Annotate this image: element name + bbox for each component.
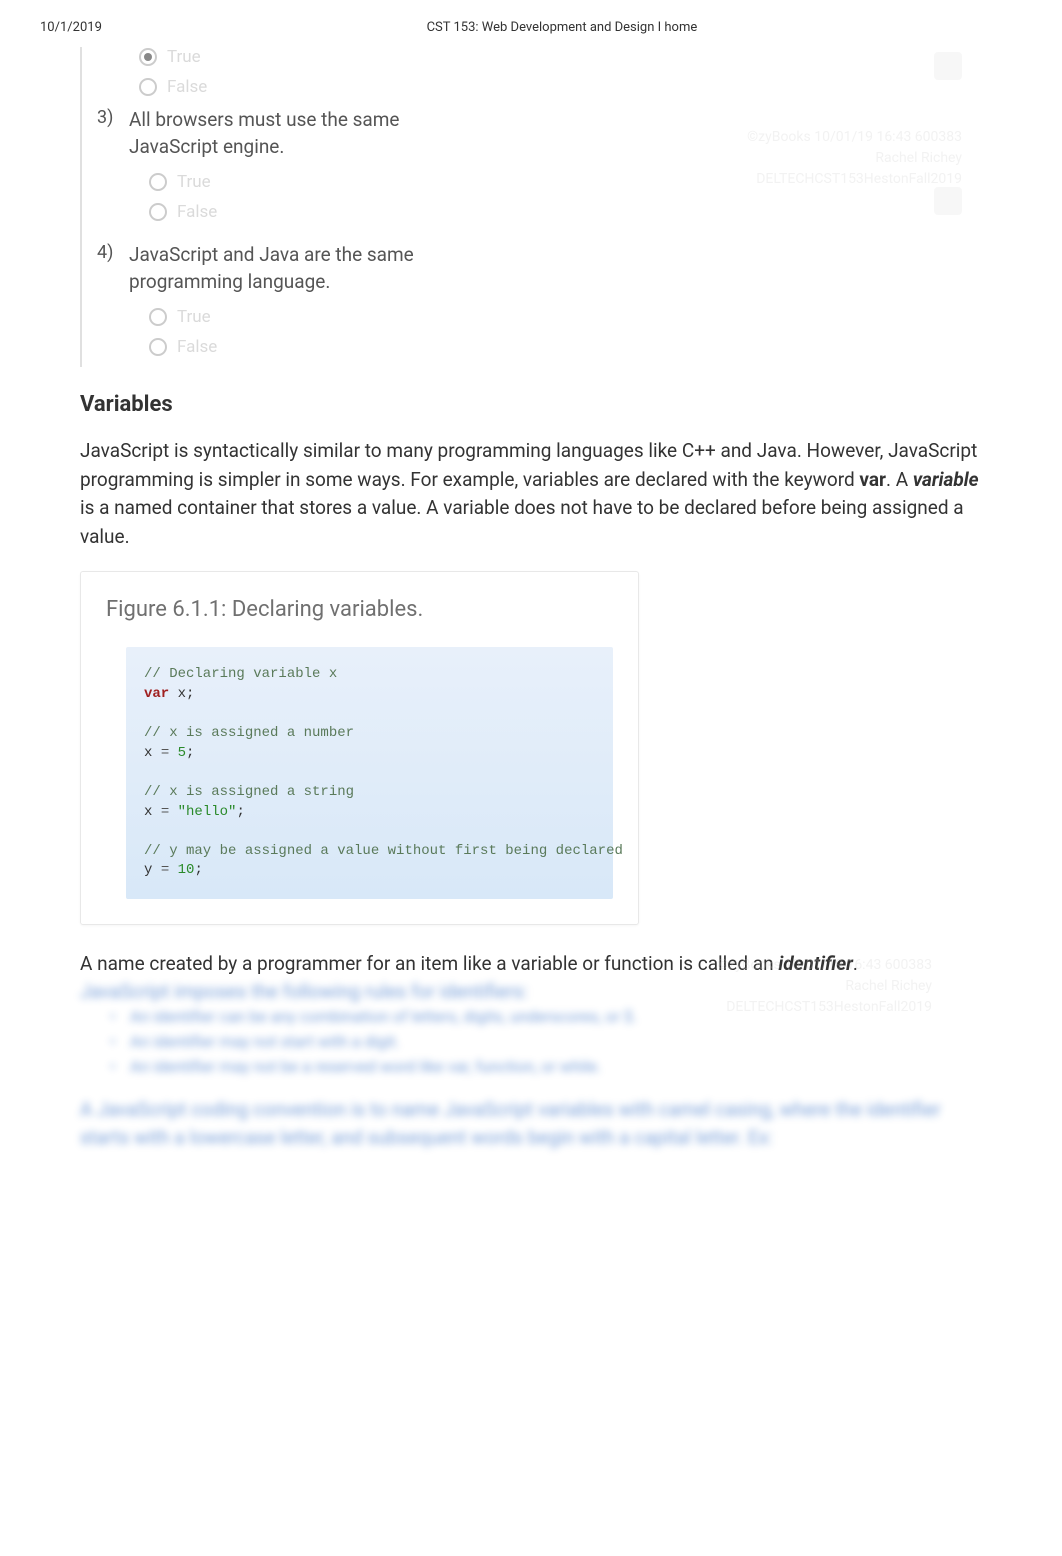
radio-icon [149, 173, 167, 191]
text: A name created by a programmer for an it… [80, 952, 778, 975]
code-str: "hello" [169, 804, 236, 820]
option-label: False [177, 337, 217, 357]
text: JavaScript is syntactically similar to m… [80, 439, 977, 491]
header-date: 10/1/2019 [40, 20, 102, 35]
watermark-line: DELTECHCST153HestonFall2019 [747, 169, 962, 190]
option-false[interactable]: False [139, 77, 982, 97]
watermark-line: Rachel Richey [717, 976, 932, 997]
keyword-variable: variable [913, 468, 979, 491]
code-text: y [144, 862, 161, 878]
question-text: All browsers must use the same JavaScrip… [129, 107, 429, 160]
figure-box: Figure 6.1.1: Declaring variables. // De… [80, 571, 639, 925]
option-false[interactable]: False [149, 202, 982, 222]
code-comment: // x is assigned a string [144, 784, 354, 800]
list-item: An identifier may not be a reserved word… [110, 1057, 982, 1076]
header-title: CST 153: Web Development and Design I ho… [427, 20, 698, 35]
radio-icon [149, 203, 167, 221]
quiz-section: True False 3) All browsers must use the … [80, 47, 982, 367]
question-text: JavaScript and Java are the same program… [129, 242, 429, 295]
figure-title: Figure 6.1.1: Declaring variables. [106, 597, 613, 622]
code-text: ; [186, 745, 194, 761]
option-label: False [177, 202, 217, 222]
code-keyword: var [144, 686, 169, 702]
code-text: x [144, 745, 161, 761]
text: . A [886, 468, 913, 491]
code-text: ; [194, 862, 202, 878]
code-op: = [161, 804, 169, 820]
list-item: An identifier may not start with a digit… [110, 1032, 982, 1051]
code-text: x [144, 804, 161, 820]
question-4: 4) JavaScript and Java are the same prog… [97, 242, 982, 367]
code-comment: // Declaring variable x [144, 666, 337, 682]
radio-icon [139, 48, 157, 66]
radio-icon [149, 308, 167, 326]
identifier-rules-list: An identifier can be any combination of … [110, 1007, 982, 1076]
variables-paragraph: JavaScript is syntactically similar to m… [80, 437, 982, 551]
radio-icon [149, 338, 167, 356]
watermark-line: ©zyBooks 10/01/19 16:43 600383 [747, 127, 962, 148]
code-comment: // x is assigned a number [144, 725, 354, 741]
list-item: An identifier can be any combination of … [110, 1007, 982, 1026]
watermark: ©zyBooks 10/01/19 16:43 600383 Rachel Ri… [747, 127, 962, 190]
option-label: False [167, 77, 207, 97]
keyword-var: var [859, 468, 886, 491]
text: is a named container that stores a value… [80, 496, 964, 548]
option-label: True [177, 172, 211, 192]
code-text: x; [169, 686, 194, 702]
code-text: ; [236, 804, 244, 820]
option-true[interactable]: True [139, 47, 982, 67]
code-op: = [161, 745, 169, 761]
code-comment: // y may be assigned a value without fir… [144, 843, 623, 859]
option-true[interactable]: True [149, 307, 982, 327]
code-num: 10 [169, 862, 194, 878]
code-num: 5 [169, 745, 186, 761]
option-label: True [167, 47, 201, 67]
watermark-line: Rachel Richey [747, 148, 962, 169]
option-label: True [177, 307, 211, 327]
question-number: 4) [97, 242, 119, 367]
question-number: 3) [97, 107, 119, 232]
radio-icon [139, 78, 157, 96]
watermark-line: ©zyBooks 10/01/19 16:43 600383 [717, 955, 932, 976]
section-heading: Variables [80, 392, 982, 417]
camel-case-paragraph: A JavaScript coding convention is to nam… [80, 1096, 982, 1153]
code-op: = [161, 862, 169, 878]
code-block: // Declaring variable x var x; // x is a… [126, 647, 613, 899]
option-false[interactable]: False [149, 337, 982, 357]
feedback-button[interactable] [934, 52, 962, 80]
